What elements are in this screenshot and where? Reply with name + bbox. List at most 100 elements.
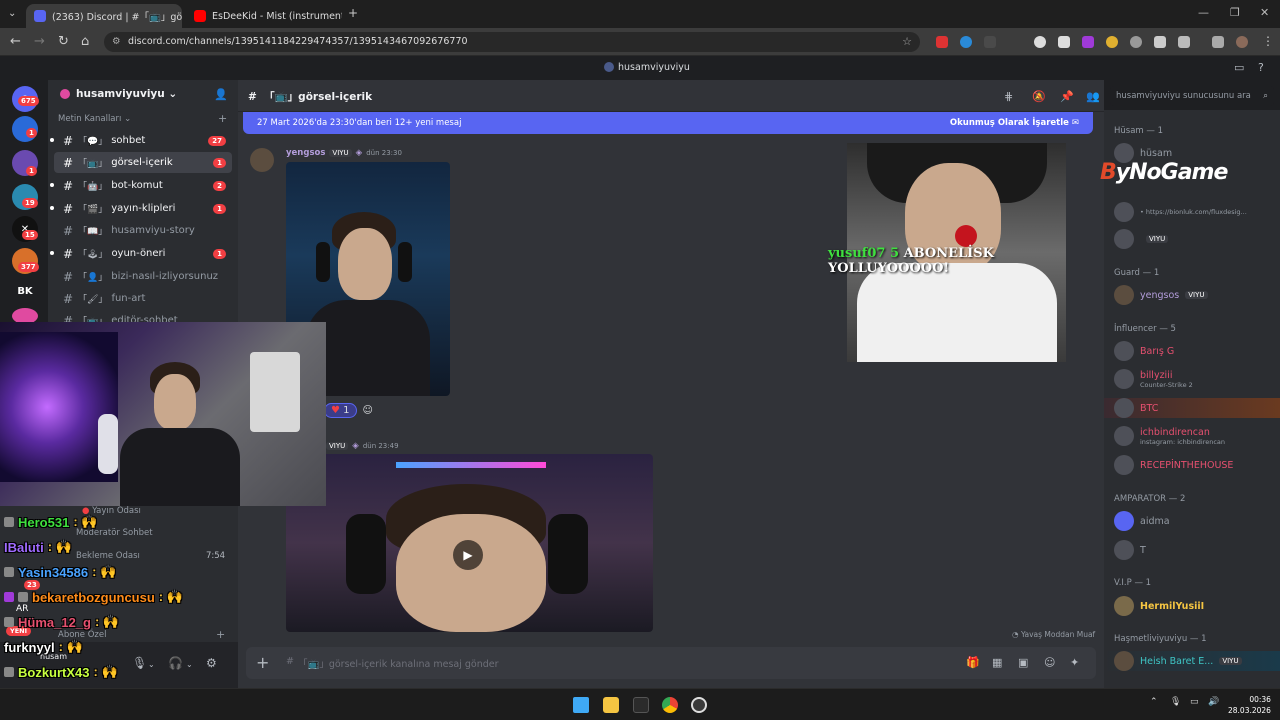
channel-yayin-klipleri[interactable]: # 「🎬」 yayın-klipleri 1 xyxy=(50,198,232,219)
member-item[interactable]: billyziii Counter-Strike 2 xyxy=(1114,369,1193,389)
member-item[interactable]: • https://bionluk.com/fluxdesig... xyxy=(1114,202,1247,222)
help-icon[interactable]: ? xyxy=(1258,61,1264,74)
extension-icon[interactable] xyxy=(1082,36,1094,48)
terminal-icon[interactable] xyxy=(633,697,649,713)
extension-icon[interactable] xyxy=(1058,36,1070,48)
minimize-icon[interactable]: — xyxy=(1198,6,1209,19)
member-item[interactable]: aidma xyxy=(1114,511,1170,531)
site-info-icon[interactable]: ⚙ xyxy=(112,32,121,52)
channel-oyun-oneri[interactable]: # 「🕹」 oyun-öneri 1 xyxy=(50,243,232,264)
reading-list-icon[interactable] xyxy=(1212,36,1224,48)
home-icon[interactable]: ⌂ xyxy=(81,34,89,50)
chevron-down-icon[interactable]: ⌄ xyxy=(148,660,155,669)
chat-line: Hüma_12_g: 🙌 xyxy=(4,614,119,630)
message-input[interactable]: + # 「📺」görsel-içerik kanalına mesaj gönd… xyxy=(246,647,1096,679)
hash-icon: # xyxy=(286,656,294,667)
channel-gorsel-icerik[interactable]: # 「📺」 görsel-içerik 1 xyxy=(54,152,232,173)
tray-chevron-icon[interactable]: ⌃ xyxy=(1150,697,1158,707)
server-name-button[interactable]: husamviyuviyu ⌄ xyxy=(76,88,177,100)
address-bar[interactable]: ⚙ discord.com/channels/13951411842294743… xyxy=(104,32,920,52)
heart-reaction[interactable]: ♥ 1 xyxy=(324,403,357,418)
chrome-icon[interactable] xyxy=(662,697,678,713)
system-clock[interactable]: 00:36 28.03.2026 xyxy=(1228,694,1271,716)
member-item[interactable]: BTC xyxy=(1104,398,1280,418)
reload-icon[interactable]: ↻ xyxy=(58,34,69,50)
chat-line: Hero531: 🙌 xyxy=(4,514,97,530)
new-messages-banner[interactable]: 27 Mart 2026'da 23:30'dan beri 12+ yeni … xyxy=(243,112,1093,134)
server-tag: VIYU xyxy=(1185,291,1208,299)
pin-icon[interactable]: 📌 xyxy=(1060,90,1074,103)
add-channel-icon[interactable]: + xyxy=(216,628,225,641)
mark-as-read-button[interactable]: Okunmuş Olarak İşaretle ✉ xyxy=(950,112,1079,134)
channel-sohbet[interactable]: # 「💬」 sohbet 27 xyxy=(50,130,232,151)
file-explorer-icon[interactable] xyxy=(603,697,619,713)
tab-discord[interactable]: (2363) Discord | #「📺」görsel-i... ✕ xyxy=(26,4,182,28)
member-item[interactable]: RECEPİNTHEHOUSE xyxy=(1114,455,1233,475)
attach-plus-icon[interactable]: + xyxy=(256,653,269,672)
sticker-icon[interactable]: ▣ xyxy=(1018,656,1028,669)
browser-menu-icon[interactable]: ⋮ xyxy=(1262,34,1274,48)
chevron-down-icon[interactable]: ⌄ xyxy=(186,660,193,669)
emoji-icon[interactable]: ☺ xyxy=(1044,656,1055,669)
extension-icon[interactable] xyxy=(1106,36,1118,48)
member-list-icon[interactable]: 👥 xyxy=(1086,90,1100,103)
server-search-input[interactable]: husamviyuviyu sunucusunu ara ⌕ xyxy=(1110,86,1274,106)
message-header: yengsos VIYU ◈ dün 23:30 xyxy=(286,148,402,158)
server-tag: VIYU xyxy=(1146,235,1169,243)
message-username[interactable]: yengsos xyxy=(286,148,325,158)
threads-icon[interactable]: ⋕ xyxy=(1004,90,1013,103)
channel-bot-komut[interactable]: # 「🤖」 bot-komut 2 xyxy=(50,175,232,196)
add-reaction-icon[interactable]: ☺ xyxy=(363,405,373,416)
back-icon[interactable]: ← xyxy=(10,34,21,50)
server-initials[interactable]: AR xyxy=(16,604,28,614)
member-item[interactable]: Heish Baret E... VIYU xyxy=(1104,651,1280,671)
shield-extension-icon[interactable] xyxy=(1154,36,1166,48)
member-item[interactable]: VIYU xyxy=(1114,229,1169,249)
volume-icon[interactable]: 🔊 xyxy=(1208,697,1219,707)
tab-youtube[interactable]: EsDeeKid - Mist (instrumental ... ✕ xyxy=(186,4,342,28)
inbox-icon[interactable]: ▭ xyxy=(1234,61,1244,74)
play-video-icon[interactable]: ▶ xyxy=(453,540,483,570)
close-window-icon[interactable]: ✕ xyxy=(1260,6,1269,19)
bynogame-logo: ByNoGame xyxy=(1100,160,1228,185)
voice-channel[interactable]: Bekleme Odası xyxy=(76,551,140,561)
extensions-puzzle-icon[interactable] xyxy=(1178,36,1190,48)
app-icon[interactable] xyxy=(691,697,707,713)
browser-tab-bar: ⌄ (2363) Discord | #「📺」görsel-i... ✕ EsD… xyxy=(0,0,1280,28)
server-bk-icon[interactable]: BK xyxy=(12,278,38,304)
adblock-extension-icon[interactable] xyxy=(936,36,948,48)
channel-bizi-nasil-izliyorsunuz[interactable]: # 「👤」 bizi-nasıl-izliyorsunuz xyxy=(54,266,232,287)
bookmark-star-icon[interactable]: ☆ xyxy=(902,32,912,52)
member-item[interactable]: HermilYusiiI xyxy=(1114,596,1204,616)
settings-gear-icon[interactable]: ⚙ xyxy=(206,656,217,670)
extension-icon[interactable] xyxy=(960,36,972,48)
member-item[interactable]: T xyxy=(1114,540,1146,560)
extension-icon[interactable] xyxy=(1034,36,1046,48)
member-item[interactable]: ichbindirencan instagram: ichbindirencan xyxy=(1114,426,1225,446)
forward-icon[interactable]: → xyxy=(34,34,45,50)
network-icon[interactable]: ▭ xyxy=(1190,697,1199,707)
add-member-icon[interactable]: 👤 xyxy=(214,88,228,101)
message-video[interactable]: ▶ xyxy=(286,454,653,632)
extension-icon[interactable] xyxy=(984,36,996,48)
category-header[interactable]: Metin Kanalları ⌄ xyxy=(58,114,131,124)
extension-icon[interactable] xyxy=(1130,36,1142,48)
user-avatar[interactable] xyxy=(250,148,274,172)
channel-husamviyu-story[interactable]: # 「📖」 husamviyu-story xyxy=(54,220,232,241)
gift-icon[interactable]: 🎁 xyxy=(966,656,980,669)
create-channel-icon[interactable]: + xyxy=(218,112,227,125)
start-windows-icon[interactable] xyxy=(573,697,589,713)
headphones-icon[interactable]: 🎧 xyxy=(168,656,183,670)
mic-tray-icon[interactable]: 🎙 xyxy=(1170,697,1181,707)
tab-search-icon[interactable]: ⌄ xyxy=(8,8,16,19)
apps-icon[interactable]: ✦ xyxy=(1070,656,1079,669)
member-item[interactable]: Barış G xyxy=(1114,341,1174,361)
mute-bell-icon[interactable]: 🔕 xyxy=(1032,90,1046,103)
new-tab-button[interactable]: + xyxy=(348,6,358,20)
channel-fun-art[interactable]: # 「🖌」 fun-art xyxy=(54,288,232,309)
microphone-icon[interactable]: 🎙 xyxy=(132,656,147,670)
member-item[interactable]: yengsos VIYU xyxy=(1114,285,1208,305)
gif-icon[interactable]: ▦ xyxy=(992,656,1002,669)
profile-avatar[interactable] xyxy=(1236,36,1248,48)
maximize-icon[interactable]: ❐ xyxy=(1230,6,1240,19)
